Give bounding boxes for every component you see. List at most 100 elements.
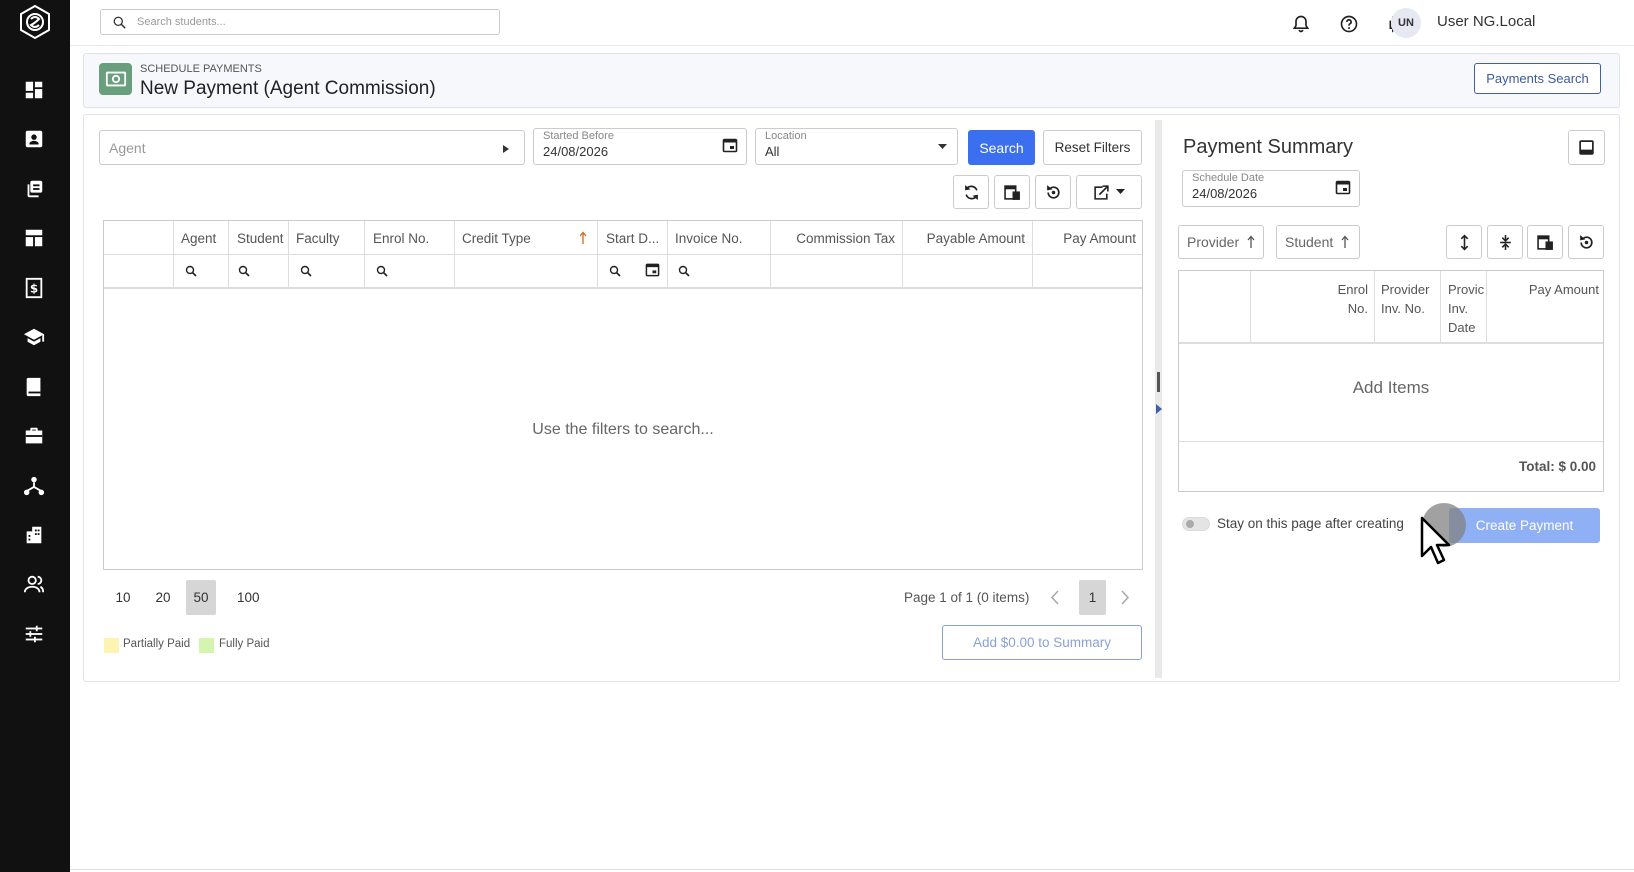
toggle-panel-button[interactable] <box>1568 130 1605 165</box>
agent-select[interactable]: Agent <box>99 130 525 165</box>
calendar-icon[interactable] <box>645 262 660 277</box>
column-enrol-no[interactable]: Enrol No. <box>1250 271 1374 344</box>
column-header-label: Student <box>237 231 284 246</box>
payments-search-button[interactable]: Payments Search <box>1474 63 1601 94</box>
reset-layout-icon <box>1579 234 1593 249</box>
search-icon[interactable] <box>609 265 621 277</box>
sidebar: $ <box>0 0 70 872</box>
username[interactable]: User NG.Local <box>1437 13 1535 30</box>
refresh-button[interactable] <box>953 175 989 209</box>
column-commission-tax[interactable]: Commission Tax <box>770 221 902 289</box>
column-header-label: Provic Inv. Date <box>1448 282 1485 335</box>
summary-grid: Enrol No. Provider Inv. No. Provic Inv. … <box>1178 270 1604 492</box>
page-number[interactable]: 1 <box>1079 580 1106 615</box>
column-header-label: Payable Amount <box>926 231 1025 246</box>
summary-column-chooser-button[interactable] <box>1527 225 1563 259</box>
sidebar-item-contacts[interactable] <box>22 127 46 151</box>
bell-icon <box>1292 15 1310 33</box>
calendar-icon[interactable] <box>1335 179 1351 195</box>
export-icon <box>1094 184 1109 200</box>
sort-student-button[interactable]: Student <box>1276 225 1360 259</box>
sidebar-item-dashboard[interactable] <box>22 78 46 102</box>
billing-icon: $ <box>25 277 43 299</box>
sidebar-item-copies[interactable] <box>22 177 46 201</box>
calendar-icon[interactable] <box>722 137 738 153</box>
refresh-icon <box>964 184 978 200</box>
chevron-down-icon <box>1116 189 1125 194</box>
sidebar-item-billing[interactable]: $ <box>22 276 46 300</box>
started-before-field[interactable]: Started Before 24/08/2026 <box>533 128 747 165</box>
export-button[interactable] <box>1076 175 1142 209</box>
page-size-50[interactable]: 50 <box>186 580 216 615</box>
total-divider <box>1179 441 1603 442</box>
column-agent[interactable]: Agent <box>173 221 228 289</box>
partially-paid-swatch <box>104 638 119 653</box>
sort-ascending-icon <box>579 231 587 244</box>
notifications-button[interactable] <box>1290 13 1312 35</box>
column-provider-inv-no[interactable]: Provider Inv. No. <box>1374 271 1440 344</box>
search-button[interactable]: Search <box>968 130 1035 165</box>
schedule-date-field[interactable]: Schedule Date 24/08/2026 <box>1182 170 1360 207</box>
sidebar-item-book[interactable] <box>22 375 46 399</box>
panel-splitter[interactable] <box>1155 120 1162 678</box>
reset-filters-button[interactable]: Reset Filters <box>1043 130 1142 165</box>
student-search[interactable] <box>100 9 500 35</box>
reset-layout-icon <box>1046 184 1060 199</box>
page-size-100[interactable]: 100 <box>230 580 267 615</box>
collapse-arrow-icon[interactable] <box>1156 404 1162 414</box>
column-payable-amount[interactable]: Payable Amount <box>902 221 1032 289</box>
sidebar-item-building[interactable] <box>22 523 46 547</box>
search-icon[interactable] <box>300 265 312 277</box>
search-icon[interactable] <box>376 265 388 277</box>
summary-reset-layout-button[interactable] <box>1568 225 1604 259</box>
search-icon[interactable] <box>678 265 690 277</box>
reset-layout-button[interactable] <box>1035 175 1071 209</box>
chevron-right-icon[interactable] <box>1120 590 1130 605</box>
column-student[interactable]: Student <box>228 221 288 289</box>
sort-provider-label: Provider <box>1187 234 1240 250</box>
column-pay-amount[interactable]: Pay Amount <box>1486 271 1605 344</box>
expand-all-button[interactable] <box>1446 225 1482 259</box>
create-payment-button[interactable]: Create Payment <box>1449 508 1600 543</box>
page-size-10[interactable]: 10 <box>108 580 138 615</box>
started-before-value: 24/08/2026 <box>543 144 609 159</box>
chevron-left-icon[interactable] <box>1050 590 1060 605</box>
column-header-label: Credit Type <box>462 231 531 246</box>
people-icon <box>23 575 45 593</box>
add-to-summary-button[interactable]: Add $0.00 to Summary <box>942 625 1142 660</box>
avatar[interactable]: UN <box>1391 8 1421 38</box>
money-icon <box>105 71 126 87</box>
sliders-icon <box>25 625 43 643</box>
column-chooser-button[interactable] <box>994 175 1030 209</box>
stay-on-page-toggle[interactable] <box>1182 517 1210 531</box>
column-header-label: Enrol No. <box>373 231 430 246</box>
sidebar-item-settings[interactable] <box>22 622 46 646</box>
column-enrol-no[interactable]: Enrol No. <box>364 221 454 289</box>
page-size-20[interactable]: 20 <box>148 580 178 615</box>
column-faculty[interactable]: Faculty <box>288 221 364 289</box>
empty-message: Use the filters to search... <box>532 421 714 438</box>
sidebar-item-layout[interactable] <box>22 226 46 250</box>
sidebar-item-network[interactable] <box>22 474 46 498</box>
search-icon[interactable] <box>238 265 250 277</box>
sidebar-item-people[interactable] <box>22 572 46 596</box>
sidebar-item-briefcase[interactable] <box>22 424 46 448</box>
column-header-label: Provider Inv. No. <box>1381 282 1430 316</box>
column-provider-inv-date[interactable]: Provic Inv. Date <box>1440 271 1486 344</box>
help-button[interactable] <box>1338 13 1360 35</box>
search-icon[interactable] <box>185 265 197 277</box>
sidebar-item-courses[interactable] <box>22 325 46 349</box>
splitter-handle[interactable] <box>1157 372 1160 392</box>
collapse-all-button[interactable] <box>1487 225 1523 259</box>
add-items-message: Add Items <box>1352 378 1430 397</box>
column-start-date[interactable]: Start D... <box>597 221 667 289</box>
column-header-label: Enrol No. <box>1337 282 1368 316</box>
sort-provider-button[interactable]: Provider <box>1178 225 1264 259</box>
column-chooser-icon <box>1003 184 1020 200</box>
location-select[interactable]: Location All <box>755 128 958 165</box>
app-logo[interactable] <box>17 4 53 40</box>
column-pay-amount[interactable]: Pay Amount <box>1032 221 1143 289</box>
column-credit-type[interactable]: Credit Type <box>454 221 597 289</box>
student-search-input[interactable] <box>137 13 487 31</box>
column-invoice-no[interactable]: Invoice No. <box>667 221 770 289</box>
